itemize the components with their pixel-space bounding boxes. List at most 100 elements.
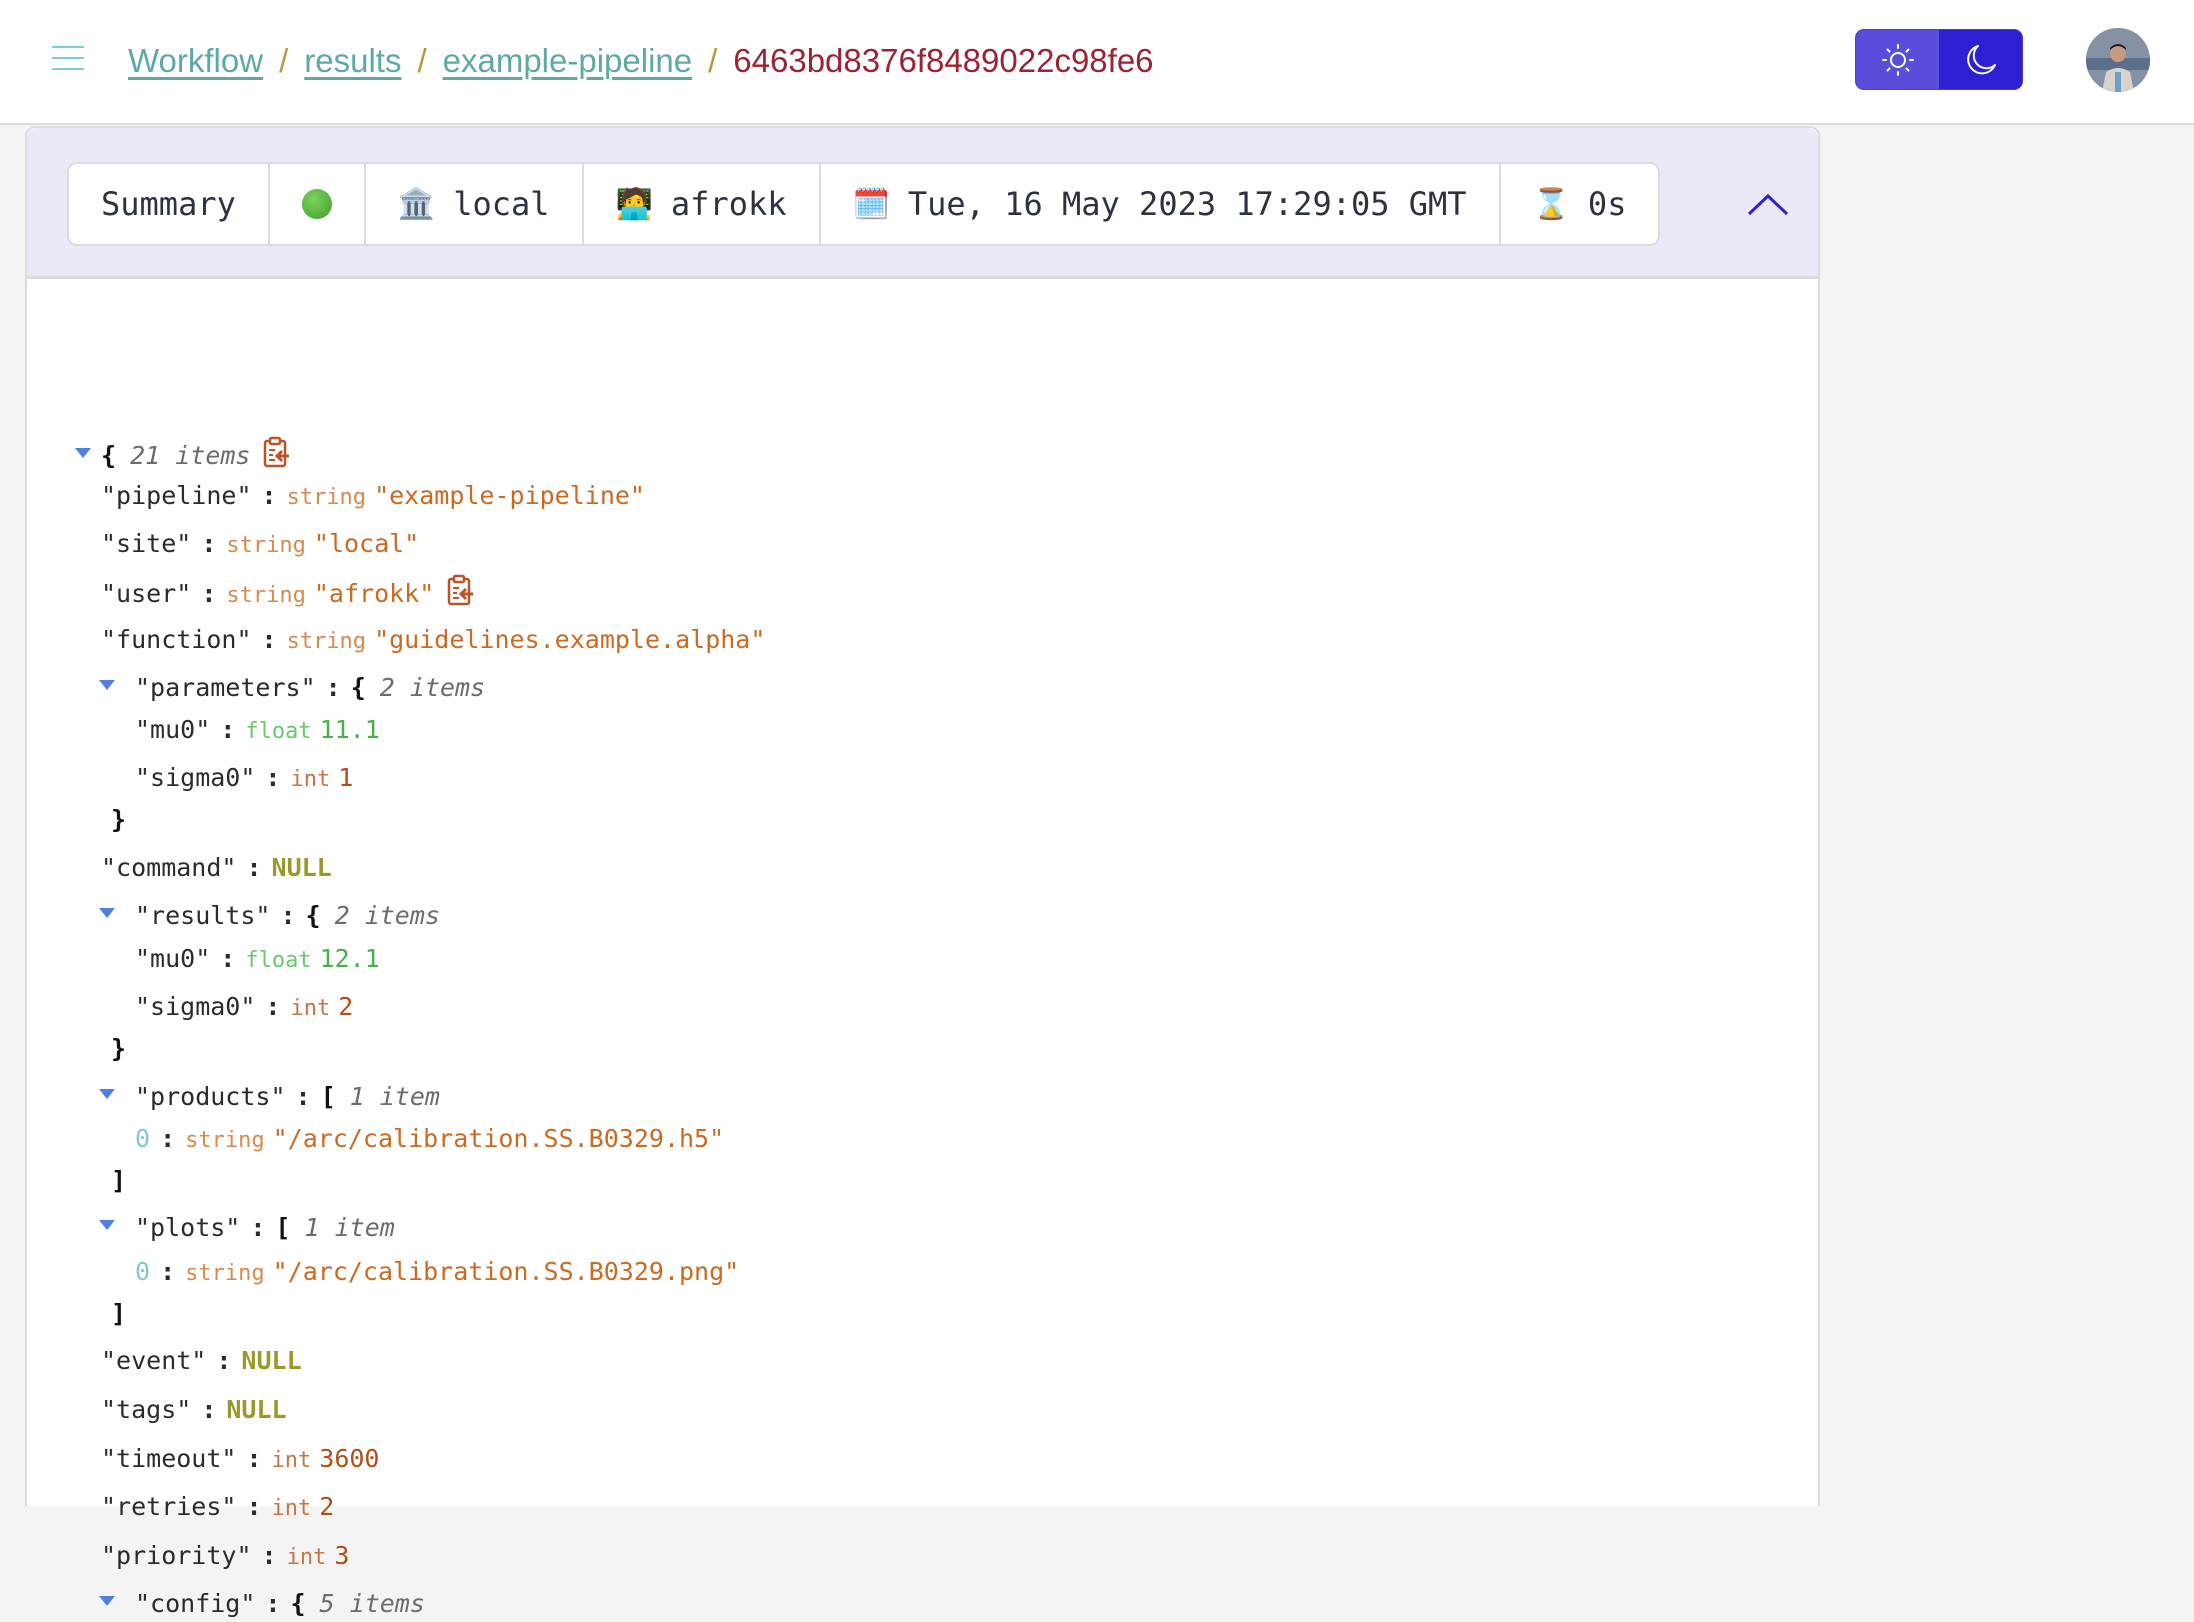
tree-row-config: "config": {5 items [99,1586,425,1622]
tree-value[interactable]: NULL [241,1346,301,1375]
item-count: 1 item [349,1082,440,1111]
tree-row: "mu0": float 12.1 [135,941,380,977]
caret-down-icon[interactable] [75,448,91,458]
tree-row: "priority": int 3 [101,1538,349,1574]
status-success-icon [301,189,332,219]
caret-down-icon[interactable] [99,908,115,918]
tree-key: "config" [135,1589,256,1618]
tree-value[interactable]: 3600 [319,1444,379,1473]
user-value: afrokk [670,185,787,223]
tree-value[interactable]: 3 [334,1541,349,1570]
colon: : [201,529,217,558]
technologist-icon: 🧑‍💻 [615,186,653,222]
sun-icon [1881,43,1914,76]
tree-key: "sigma0" [135,763,256,792]
tree-key: "tags" [101,1395,192,1424]
tree-key: "mu0" [135,715,211,744]
tree-value[interactable]: NULL [226,1395,286,1424]
clipboard-copy-icon[interactable] [446,574,474,616]
item-count: 1 item [304,1213,395,1242]
caret-down-icon[interactable] [99,1089,115,1099]
root-item-count: 21 items [130,441,251,470]
collapse-summary-button[interactable] [1743,188,1793,222]
tree-value[interactable]: NULL [272,853,332,882]
tree-value[interactable]: "/arc/calibration.SS.B0329.png" [273,1257,740,1286]
clipboard-copy-icon[interactable] [262,436,290,478]
theme-toggle [1856,30,2022,89]
date-value: Tue, 16 May 2023 17:29:05 GMT [907,185,1467,223]
tree-key: "user" [101,579,192,608]
tree-value[interactable]: "example-pipeline" [374,481,645,510]
type-label: string [185,1261,265,1286]
tree-row: 0: string "/arc/calibration.SS.B0329.h5" [135,1121,724,1157]
summary-label-cell: Summary [69,164,270,244]
menu-line-icon [52,68,84,70]
tree-value[interactable]: "afrokk" [314,579,434,608]
colon: : [201,1395,217,1424]
light-theme-button[interactable] [1856,30,1939,89]
tree-key: "function" [101,625,252,654]
tree-key: "products" [135,1082,286,1111]
breadcrumb-separator: / [279,42,289,79]
tree-value[interactable]: 11.1 [320,715,380,744]
tree-row: "sigma0": int 2 [135,989,353,1025]
tree-value[interactable]: 1 [338,763,353,792]
tree-value[interactable]: "guidelines.example.alpha" [374,625,765,654]
type-label: int [290,996,331,1021]
tree-value[interactable]: 2 [338,992,353,1021]
calendar-icon: 🗓️ [852,186,890,222]
type-label: string [226,583,306,608]
colon: : [246,853,262,882]
duration-value: 0s [1587,185,1627,223]
avatar-photo-icon [2086,28,2150,92]
caret-down-icon[interactable] [99,1220,115,1230]
colon: : [295,1082,311,1111]
hamburger-menu-button[interactable] [52,44,84,72]
menu-line-icon [52,46,84,48]
caret-down-icon[interactable] [99,680,115,690]
tree-value[interactable]: "local" [314,529,419,558]
colon: : [280,901,296,930]
dark-theme-button[interactable] [1939,30,2022,89]
breadcrumb-results[interactable]: results [304,42,401,79]
tree-row: "function": string "guidelines.example.alp… [101,622,765,658]
colon: : [265,763,281,792]
colon: : [261,625,277,654]
tree-value[interactable]: 12.1 [320,944,380,973]
colon: : [246,1444,262,1473]
breadcrumb-separator: / [417,42,427,79]
tree-row: "event": NULL [101,1343,302,1379]
tree-value[interactable]: 2 [319,1492,334,1521]
open-brace: { [350,673,366,702]
tree-row-parameters: "parameters": {2 items [99,670,485,706]
colon: : [250,1213,266,1242]
date-cell: 🗓️ Tue, 16 May 2023 17:29:05 GMT [821,164,1501,244]
duration-cell: ⌛ 0s [1501,164,1659,244]
tree-row: } [111,1031,126,1067]
run-detail-panel: Summary 🏛️ local 🧑‍💻 afrokk 🗓️ Tue, 16 M… [25,126,1820,1618]
array-index: 0 [135,1257,151,1286]
tree-row-results: "results": {2 items [99,898,440,934]
tree-row: "user": string "afrokk" [101,574,474,610]
type-label: int [290,767,331,792]
summary-bar: Summary 🏛️ local 🧑‍💻 afrokk 🗓️ Tue, 16 M… [67,162,1661,246]
tree-key: "plots" [135,1213,241,1242]
caret-down-icon[interactable] [99,1596,115,1606]
open-bracket: [ [275,1213,291,1242]
status-cell [270,164,366,244]
tree-row: "sigma0": int 1 [135,760,353,796]
user-avatar[interactable] [2086,28,2150,92]
close-brace: } [111,1034,127,1063]
tree-key: "timeout" [101,1444,237,1473]
colon: : [216,1346,232,1375]
breadcrumb-pipeline[interactable]: example-pipeline [443,42,692,79]
tree-value[interactable]: "/arc/calibration.SS.B0329.h5" [273,1124,725,1153]
colon: : [201,579,217,608]
colon: : [261,1541,277,1570]
breadcrumb-workflow[interactable]: Workflow [128,42,263,79]
type-label: string [226,533,306,558]
colon: : [265,1589,281,1618]
tree-row: ] [111,1296,126,1332]
tree-key: "command" [101,853,237,882]
breadcrumb: Workflow / results / example-pipeline / 6463bd… [128,38,1154,84]
